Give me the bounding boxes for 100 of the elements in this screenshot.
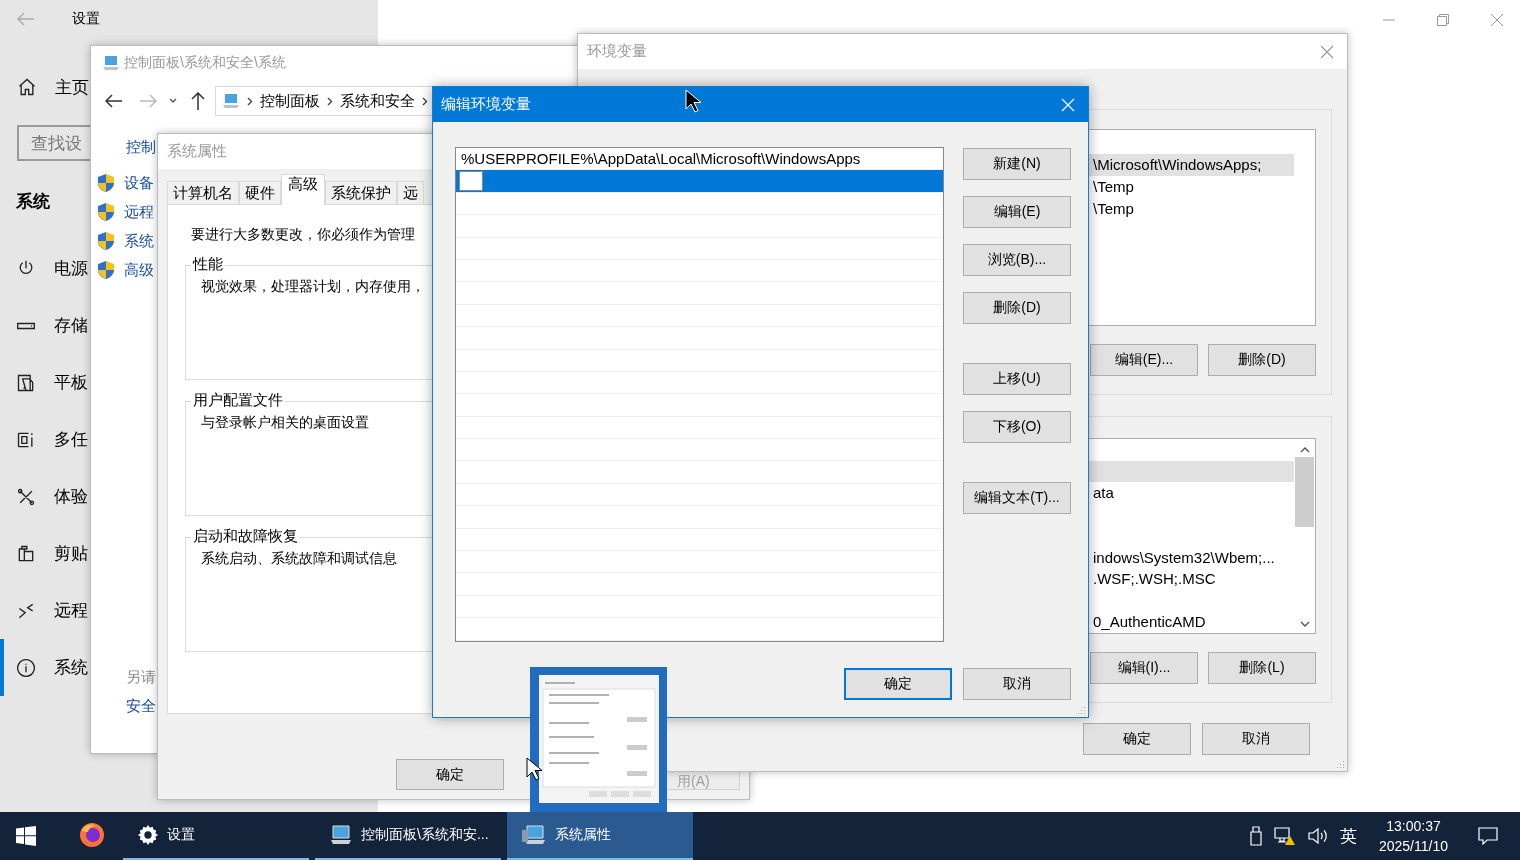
shield-icon bbox=[97, 260, 115, 280]
input-method-indicator[interactable]: 英 bbox=[1339, 824, 1357, 848]
close-icon[interactable] bbox=[1490, 13, 1504, 27]
browser-icon bbox=[79, 822, 105, 848]
network-icon[interactable] bbox=[1273, 826, 1296, 846]
tab[interactable]: 计算机名 bbox=[167, 181, 239, 204]
list-row[interactable]: ata bbox=[1088, 482, 1294, 504]
list-row[interactable]: \Temp bbox=[1088, 176, 1294, 198]
tab[interactable]: 高级 bbox=[281, 174, 325, 205]
shield-icon bbox=[97, 231, 115, 251]
home-icon bbox=[17, 77, 37, 97]
taskbar-button[interactable]: 设置 bbox=[123, 812, 309, 860]
tab[interactable]: 硬件 bbox=[239, 181, 281, 204]
settings-icon bbox=[137, 824, 159, 846]
scroll-thumb[interactable] bbox=[1295, 457, 1314, 527]
section-heading: 系统 bbox=[15, 190, 51, 213]
dialog-button[interactable]: 编辑(I)... bbox=[1090, 652, 1198, 684]
group-description: 与登录帐户相关的桌面设置 bbox=[201, 414, 370, 432]
group-description: 视觉效果，处理器计划，内存使用， bbox=[201, 278, 426, 296]
dropdown-icon[interactable] bbox=[169, 98, 177, 104]
dialog-button[interactable]: 取消 bbox=[1202, 723, 1310, 755]
nav-icon bbox=[16, 657, 36, 678]
up-icon[interactable] bbox=[191, 92, 205, 110]
nav-item[interactable]: 剪贴 bbox=[0, 525, 90, 582]
nav-item[interactable]: 体验 bbox=[0, 468, 90, 525]
cursor-icon bbox=[526, 757, 542, 781]
computer-icon bbox=[329, 824, 353, 846]
taskbar-button[interactable]: 系统属性 bbox=[507, 812, 693, 860]
shield-icon bbox=[97, 202, 115, 222]
back-icon[interactable] bbox=[105, 94, 123, 108]
window-title: 系统属性 bbox=[167, 142, 227, 161]
computer-icon bbox=[102, 55, 120, 71]
dialog-button[interactable]: 确定 bbox=[1083, 723, 1191, 755]
dialog-button[interactable]: 新建(N) bbox=[963, 148, 1071, 180]
nav-icon bbox=[16, 486, 36, 507]
nav-item[interactable]: 多任 bbox=[0, 411, 90, 468]
ok-button[interactable]: 确定 bbox=[396, 759, 504, 790]
chevron-icon bbox=[327, 96, 333, 106]
group-title: 用户配置文件 bbox=[191, 391, 285, 410]
list-row[interactable]: \Temp bbox=[1088, 198, 1294, 220]
shield-icon bbox=[97, 173, 115, 193]
nav-item[interactable]: 电源 bbox=[0, 240, 90, 297]
window-title: 编辑环境变量 bbox=[441, 95, 531, 114]
nav-item[interactable]: 平板 bbox=[0, 354, 90, 411]
dialog-button[interactable]: 下移(O) bbox=[963, 411, 1071, 443]
task-link[interactable]: 设备 bbox=[124, 173, 154, 193]
breadcrumb-item[interactable]: 控制面板 bbox=[260, 91, 320, 111]
clock[interactable]: 13:00:37 2025/11/10 bbox=[1378, 816, 1448, 856]
dialog-button[interactable]: 编辑(E)... bbox=[1090, 344, 1198, 376]
chevron-icon bbox=[247, 96, 253, 106]
notification-icon[interactable] bbox=[1478, 827, 1498, 845]
scroll-down-icon[interactable] bbox=[1299, 621, 1310, 627]
list-row[interactable] bbox=[456, 170, 943, 193]
task-link[interactable]: 高级 bbox=[124, 260, 154, 280]
window-preview[interactable] bbox=[530, 667, 667, 812]
group-title: 性能 bbox=[191, 255, 225, 274]
breadcrumb-item[interactable]: 系统和安全 bbox=[340, 91, 415, 111]
nav-item[interactable]: 远程 bbox=[0, 582, 90, 639]
chevron-icon bbox=[422, 96, 428, 106]
window-title: 控制面板\系统和安全\系统 bbox=[124, 54, 286, 72]
dialog-button[interactable]: 浏览(B)... bbox=[963, 244, 1071, 276]
list-row[interactable]: .WSF;.WSH;.MSC bbox=[1088, 568, 1294, 590]
entry-input[interactable] bbox=[459, 171, 483, 192]
computer-icon bbox=[521, 824, 547, 846]
list-row[interactable]: 0_AuthenticAMD bbox=[1088, 611, 1294, 633]
tab[interactable]: 远 bbox=[397, 181, 424, 204]
list-row[interactable]: \Microsoft\WindowsApps; bbox=[1088, 154, 1294, 176]
task-link[interactable]: 系统 bbox=[124, 231, 154, 251]
close-icon[interactable] bbox=[1320, 44, 1334, 59]
window-title: 环境变量 bbox=[587, 42, 647, 61]
taskbar-button[interactable]: 控制面板\系统和安... bbox=[315, 812, 501, 860]
window-title: 设置 bbox=[72, 10, 100, 28]
scroll-up-icon[interactable] bbox=[1299, 447, 1310, 453]
section-label: 另请 bbox=[126, 668, 157, 687]
dialog-button[interactable]: 删除(L) bbox=[1208, 652, 1316, 684]
restore-icon[interactable] bbox=[1436, 13, 1450, 27]
dialog-button[interactable]: 删除(D) bbox=[963, 292, 1071, 324]
task-link[interactable]: 远程 bbox=[124, 202, 154, 222]
nav-item[interactable]: 主页 bbox=[0, 68, 93, 106]
list-row[interactable]: indows\System32\Wbem;... bbox=[1088, 546, 1294, 568]
dialog-button[interactable]: 取消 bbox=[963, 668, 1071, 700]
dialog-button[interactable]: 删除(D) bbox=[1208, 344, 1316, 376]
resize-grip-icon[interactable] bbox=[1077, 706, 1086, 715]
computer-icon bbox=[222, 93, 240, 109]
nav-icon bbox=[16, 543, 36, 564]
dialog-button[interactable]: 编辑(E) bbox=[963, 196, 1071, 228]
resize-grip-icon[interactable] bbox=[1336, 760, 1345, 769]
start-icon[interactable] bbox=[16, 826, 36, 846]
nav-icon bbox=[16, 372, 36, 393]
group-title: 启动和故障恢复 bbox=[191, 527, 300, 546]
cursor-icon bbox=[685, 89, 701, 113]
nav-item[interactable]: 存储 bbox=[0, 297, 90, 354]
speaker-icon[interactable] bbox=[1307, 827, 1328, 845]
usb-drive-icon[interactable] bbox=[1249, 826, 1262, 846]
notice-text: 要进行大多数更改，你必须作为管理 bbox=[191, 226, 416, 244]
tab[interactable]: 系统保护 bbox=[325, 181, 397, 204]
dialog-button[interactable]: 上移(U) bbox=[963, 363, 1071, 395]
dialog-button[interactable]: 编辑文本(T)... bbox=[963, 482, 1071, 514]
dialog-button[interactable]: 确定 bbox=[844, 668, 952, 700]
group-description: 系统启动、系统故障和调试信息 bbox=[201, 550, 398, 568]
